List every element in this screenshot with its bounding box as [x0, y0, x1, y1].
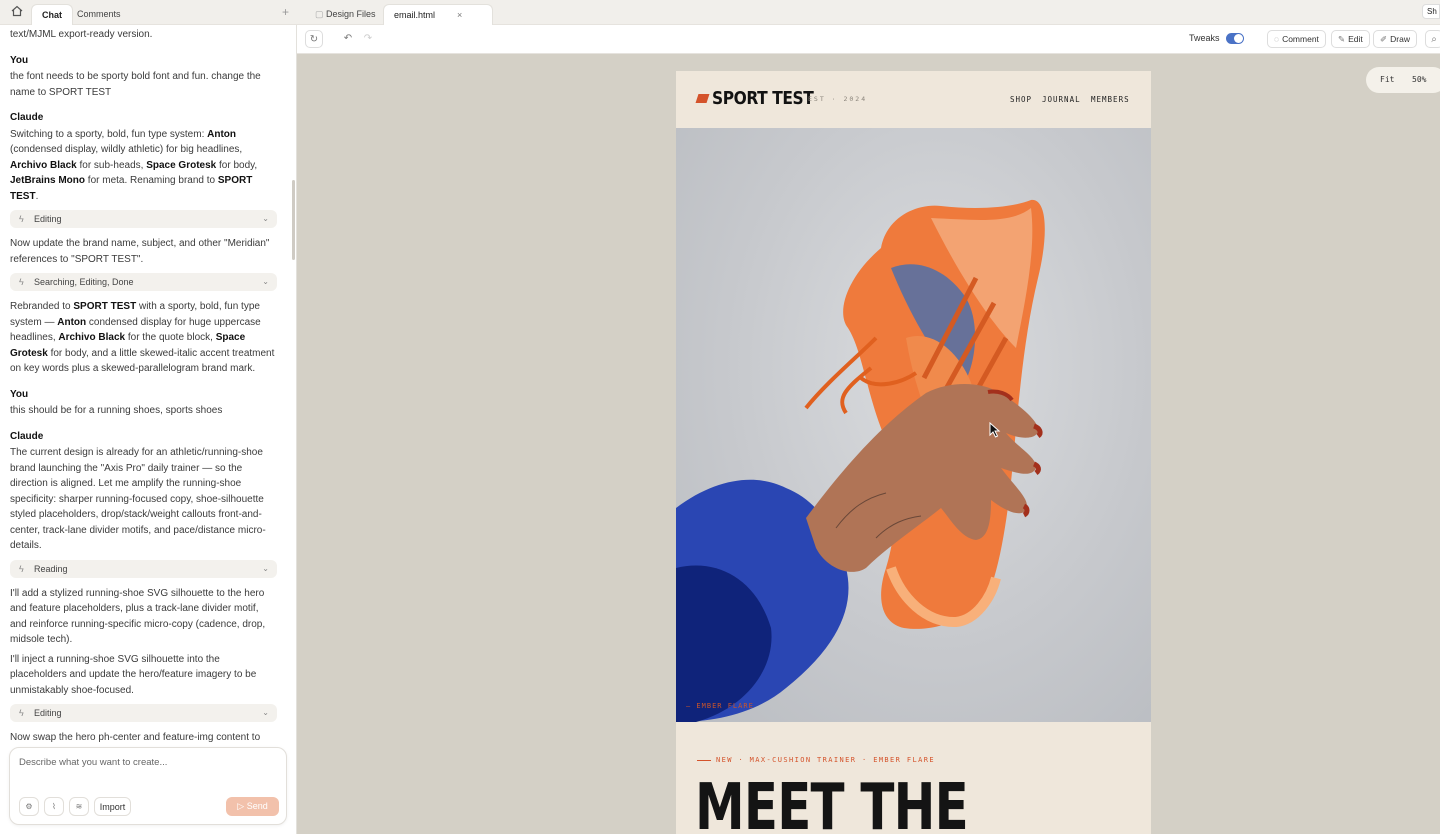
brand-mark-icon — [695, 94, 710, 103]
bolt-icon: ϟ — [19, 708, 24, 718]
tweaks-label: Tweaks — [1189, 33, 1220, 43]
chevron-down-icon: ⌄ — [262, 277, 269, 286]
assistant-message: Now swap the hero ph-center and feature-… — [10, 732, 261, 743]
chat-panel: Chat Comments + text/MJML export-ready v… — [0, 0, 297, 834]
left-tab-bar: Chat Comments + — [0, 0, 297, 25]
mouse-cursor-icon — [989, 422, 1001, 438]
add-tab-button[interactable]: + — [282, 5, 289, 19]
assistant-message: Rebranded to SPORT TEST with a sporty, b… — [10, 301, 275, 374]
edit-button[interactable]: ✎ Edit — [1331, 30, 1370, 48]
tab-design-files[interactable]: ▢ Design Files — [315, 4, 376, 25]
toolbar: ↻ ↶ ↷ Tweaks ◌ Comment ✎ Edit ✐ Draw ⌕ — [297, 25, 1440, 54]
zoom-level[interactable]: 50% — [1412, 67, 1426, 93]
message-fragment: text/MJML export-ready version. — [10, 29, 153, 40]
assistant-message: I'll inject a running-shoe SVG silhouett… — [10, 653, 257, 696]
pen-icon: ✐ — [1380, 34, 1388, 44]
settings-icon[interactable]: ⚙ — [19, 797, 39, 816]
tool-call-editing[interactable]: ϟ Editing ⌄ — [10, 704, 277, 722]
chat-thread: text/MJML export-ready version. You the … — [0, 25, 293, 747]
bolt-icon: ϟ — [19, 214, 24, 224]
nav-shop[interactable]: SHOP — [1010, 95, 1032, 104]
undo-icon[interactable]: ↶ — [339, 30, 357, 48]
message-author: Claude — [10, 430, 44, 442]
file-tab-bar: ▢ Design Files email.html × Sh — [297, 0, 1440, 25]
attach-icon[interactable]: ⌇ — [44, 797, 64, 816]
message-author: You — [10, 388, 29, 400]
nav-members[interactable]: MEMBERS — [1091, 95, 1130, 104]
email-headline: MEET THE — [695, 771, 969, 834]
chevron-down-icon: ⌄ — [262, 214, 269, 223]
tool-call-searching[interactable]: ϟ Searching, Editing, Done ⌄ — [10, 273, 277, 291]
tool-call-reading[interactable]: ϟ Reading ⌄ — [10, 559, 277, 578]
bolt-icon: ϟ — [19, 277, 24, 287]
home-icon[interactable] — [9, 3, 25, 19]
message-author: Claude — [10, 112, 44, 123]
redo-icon[interactable]: ↷ — [359, 30, 377, 48]
nav-journal[interactable]: JOURNAL — [1042, 95, 1081, 104]
tool-call-editing[interactable]: ϟ Editing ⌄ — [10, 210, 277, 228]
assistant-message: Switching to a sporty, bold, fun type sy… — [10, 128, 258, 202]
email-body: NEW · MAX-CUSHION TRAINER · EMBER FLARE … — [676, 722, 1151, 834]
comment-icon: ◌ — [1274, 34, 1280, 44]
tweaks-toggle[interactable] — [1226, 33, 1244, 44]
send-button[interactable]: ▷ Send — [226, 797, 279, 816]
close-icon[interactable]: × — [457, 10, 462, 20]
folder-icon: ▢ — [315, 9, 327, 19]
send-icon: ▷ — [237, 801, 247, 811]
reload-icon[interactable]: ↻ — [305, 30, 323, 48]
tab-comments[interactable]: Comments — [67, 4, 131, 25]
prompt-input[interactable]: Describe what you want to create... — [19, 757, 167, 768]
tab-email-html[interactable]: email.html × — [383, 4, 493, 25]
import-button[interactable]: Import — [94, 797, 131, 816]
voice-icon[interactable]: ≋ — [69, 797, 89, 816]
user-message: this should be for a running shoes, spor… — [10, 405, 223, 416]
chevron-down-icon: ⌄ — [262, 563, 269, 573]
user-message: the font needs to be sporty bold font an… — [10, 71, 261, 98]
zoom-control[interactable]: Fit 50% — [1366, 67, 1440, 93]
comment-button[interactable]: ◌ Comment — [1267, 30, 1326, 48]
pencil-icon: ✎ — [1338, 34, 1346, 44]
est-label: EST · 2024 — [808, 95, 868, 103]
bolt-icon: ϟ — [19, 563, 24, 574]
message-author: You — [10, 54, 29, 66]
share-button[interactable]: Sh — [1422, 4, 1440, 19]
email-header: SPORT TEST EST · 2024 SHOP JOURNAL MEMBE… — [676, 71, 1151, 128]
assistant-message: I'll add a stylized running-shoe SVG sil… — [10, 587, 266, 646]
search-icon[interactable]: ⌕ — [1425, 30, 1440, 48]
composer: Describe what you want to create... ⚙ ⌇ … — [9, 747, 287, 825]
fit-button[interactable]: Fit — [1380, 67, 1394, 93]
assistant-message: The current design is already for an ath… — [10, 447, 266, 551]
assistant-message: Now update the brand name, subject, and … — [10, 238, 270, 265]
brand-name: SPORT TEST — [712, 88, 814, 109]
shoe-illustration — [676, 199, 1045, 722]
chat-scrollbar[interactable] — [292, 180, 295, 260]
draw-button[interactable]: ✐ Draw — [1373, 30, 1417, 48]
eyebrow-text: NEW · MAX-CUSHION TRAINER · EMBER FLARE — [697, 756, 935, 764]
hero-image: — EMBER FLARE — [676, 128, 1151, 722]
chevron-down-icon: ⌄ — [262, 708, 269, 717]
hero-caption: — EMBER FLARE — [686, 702, 754, 710]
email-preview: SPORT TEST EST · 2024 SHOP JOURNAL MEMBE… — [676, 71, 1151, 834]
